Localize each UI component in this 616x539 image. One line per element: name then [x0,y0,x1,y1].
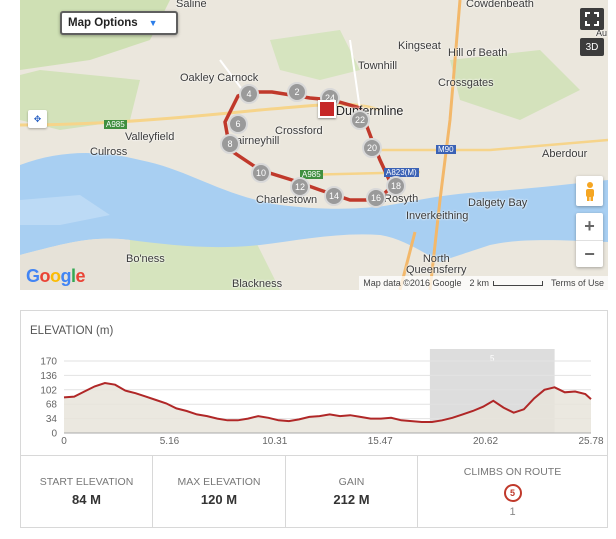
route-marker[interactable]: 4 [239,84,259,104]
x-tick-label: 0 [61,436,67,447]
map-options-label: Map Options [68,17,138,29]
road-label-a985: A985 [104,120,127,129]
scale-label: 2 km [469,278,489,288]
place-crossford: Crossford [275,125,323,137]
fullscreen-button[interactable] [580,8,604,30]
stat-label: MAX ELEVATION [177,476,261,488]
place-boness: Bo'ness [126,253,165,265]
place-oakley-carnock: Oakley Carnock [180,72,259,84]
fullscreen-icon [585,12,599,26]
climbs-count: 1 [509,505,516,518]
elevation-chart[interactable]: 5170136102683400 5.16 10.31 15.47 20.62 25.78 [21,311,607,455]
stat-label: CLIMBS ON ROUTE [463,465,562,478]
route-marker[interactable]: 18 [386,176,406,196]
place-culross: Culross [90,146,128,158]
x-tick-label: 25.78 [578,436,603,447]
place-valleyfield: Valleyfield [125,131,175,143]
map-base [20,0,608,290]
stat-gain: GAIN 212 M [286,456,418,527]
view-3d-button[interactable]: 3D [580,38,604,56]
route-marker[interactable]: 20 [362,138,382,158]
climb-marker-label: 5 [490,354,495,363]
route-marker[interactable]: 16 [366,188,386,208]
x-tick-label: 20.62 [473,436,498,447]
zoom-controls: + − [576,213,603,267]
map-options-button[interactable]: Map Options ▼ [60,11,178,35]
terms-link[interactable]: Terms of Use [551,278,604,288]
compass-icon[interactable]: ✥ [28,110,47,128]
place-kingseat: Kingseat [398,40,441,52]
place-townhill: Townhill [358,60,398,72]
place-north-queensferry: North Queensferry [406,253,467,276]
climb-badge-icon[interactable]: 5 [503,483,522,502]
place-dalgety-bay: Dalgety Bay [468,197,528,209]
start-finish-marker-icon[interactable] [318,100,336,118]
attribution-text: Map data ©2016 Google [363,278,462,288]
caret-down-icon: ▼ [148,18,158,28]
y-tick-label: 102 [40,385,57,396]
route-marker[interactable]: 12 [290,177,310,197]
route-map[interactable]: Saline Cowdenbeath Kingseat Hill of Beat… [20,0,608,290]
zoom-in-button[interactable]: + [576,213,603,241]
road-label-m90: M90 [436,145,456,154]
y-tick-label: 170 [40,357,57,368]
climb-badge-label: 5 [509,487,515,498]
x-tick-label: 15.47 [368,436,393,447]
stat-value: 120 M [200,492,238,507]
pegman-button[interactable] [576,176,603,206]
elevation-panel: ELEVATION (m) 5 170 136 102 68 34 0 0 5.16 10.31 1… [20,310,608,456]
map-attribution: Map data ©2016 Google 2 km Terms of Use [359,276,608,290]
stat-label: GAIN [338,476,365,488]
stat-value: 212 M [333,492,370,507]
place-inverkeithing: Inverkeithing [406,210,469,222]
place-crossgates: Crossgates [438,77,494,89]
place-hill-of-beath: Hill of Beath [448,47,508,59]
zoom-out-button[interactable]: − [576,241,603,268]
google-logo: Google [26,266,86,286]
place-saline: Saline [176,0,207,10]
place-charlestown: Charlestown [256,194,318,206]
x-tick-label: 10.31 [262,436,287,447]
place-cowdenbeath: Cowdenbeath [466,0,534,10]
stat-start-elevation: START ELEVATION 84 M [21,456,153,527]
pegman-icon [585,182,594,201]
scale-bar: 2 km [469,278,543,288]
stat-max-elevation: MAX ELEVATION 120 M [153,456,286,527]
place-blackness: Blackness [232,278,283,290]
stat-label: START ELEVATION [39,476,134,488]
x-tick-label: 5.16 [160,436,180,447]
road-label-a823m: A823(M) [384,168,419,177]
place-aberdour: Aberdour [542,148,588,160]
stat-value: 84 M [72,492,101,507]
stat-climbs: CLIMBS ON ROUTE 5 1 [418,456,607,527]
route-marker[interactable]: 6 [228,114,248,134]
route-marker[interactable]: 10 [251,163,271,183]
place-dunfermline: Dunfermline [336,104,404,118]
y-tick-label: 68 [46,400,58,411]
place-rosyth: Rosyth [384,193,419,205]
route-marker[interactable]: 14 [324,186,344,206]
route-stats: START ELEVATION 84 M MAX ELEVATION 120 M… [20,456,608,528]
route-marker[interactable]: 2 [287,82,307,102]
route-marker[interactable]: 8 [220,134,240,154]
y-tick-label: 0 [51,429,57,440]
route-marker[interactable]: 22 [350,110,370,130]
y-tick-label: 34 [46,414,58,425]
y-tick-label: 136 [40,371,57,382]
